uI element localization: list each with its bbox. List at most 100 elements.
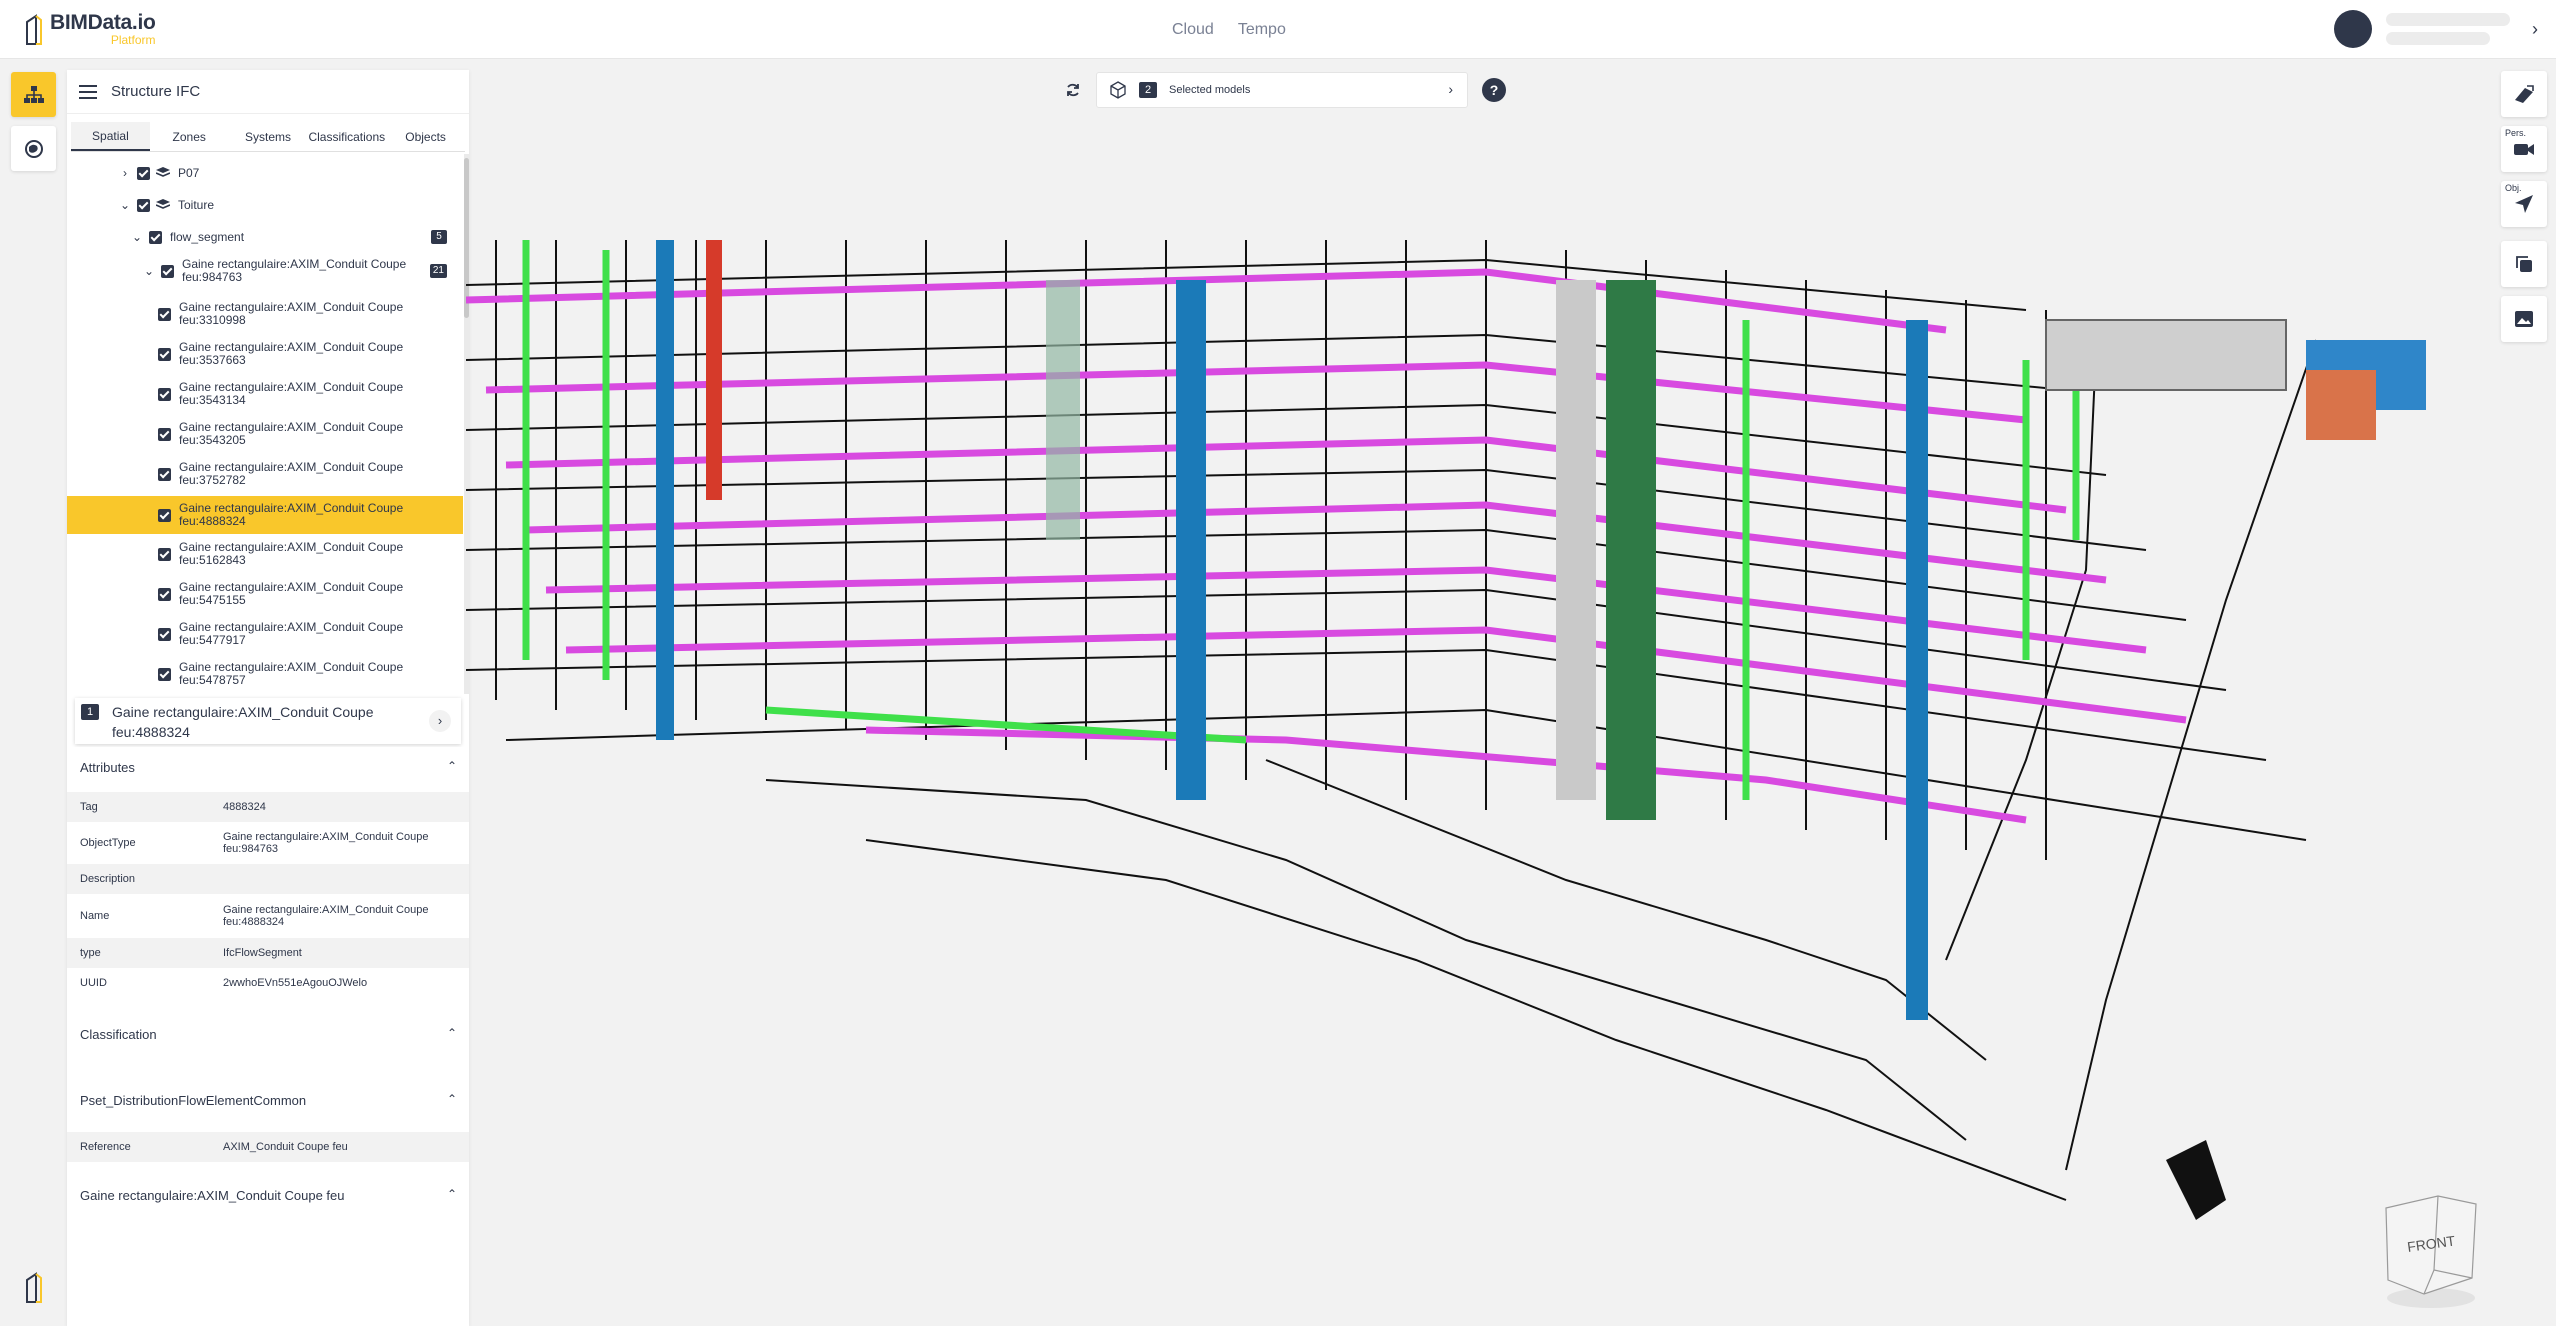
navigation-cube[interactable]: FRONT <box>2376 1190 2486 1310</box>
tab-systems[interactable]: Systems <box>229 122 308 151</box>
navigation-arrow-icon <box>2515 195 2533 213</box>
tree-node-group[interactable]: ⌄ Gaine rectangulaire:AXIM_Conduit Coupe… <box>67 256 463 286</box>
tree-node-flow-segment[interactable]: ⌄ flow_segment 5 <box>67 227 463 247</box>
checkbox[interactable] <box>158 627 171 641</box>
nav-tempo[interactable]: Tempo <box>1226 21 1298 39</box>
tab-classifications[interactable]: Classifications <box>307 122 386 151</box>
checkbox[interactable] <box>158 387 171 401</box>
structure-tree-button[interactable] <box>11 72 56 117</box>
value-line: Gaine rectangulaire:AXIM_Conduit Coupe <box>223 831 429 843</box>
checkbox[interactable] <box>158 587 171 601</box>
tree-item[interactable]: Gaine rectangulaire:AXIM_Conduit Coupe fe… <box>67 416 463 452</box>
chevron-up-icon[interactable]: ⌃ <box>447 1026 457 1040</box>
tree-item[interactable]: Gaine rectangulaire:AXIM_Conduit Coupe fe… <box>67 656 463 692</box>
chevron-down-icon[interactable]: ⌄ <box>131 230 143 244</box>
structure-panel: Structure IFC Spatial Zones Systems Clas… <box>67 70 469 1326</box>
bim-3d-model-viewport[interactable] <box>466 240 2496 1280</box>
tree-item[interactable]: Gaine rectangulaire:AXIM_Conduit Coupe fe… <box>67 576 463 612</box>
layers-icon <box>156 199 170 209</box>
tree-item-label: Gaine rectangulaire:AXIM_Conduit Coupe fe… <box>179 661 403 687</box>
tree-item[interactable]: Gaine rectangulaire:AXIM_Conduit Coupe fe… <box>67 616 463 652</box>
label-line: feu:3752782 <box>179 473 246 487</box>
chevron-right-icon[interactable]: › <box>1448 81 1453 97</box>
tree-item[interactable]: Gaine rectangulaire:AXIM_Conduit Coupe fe… <box>67 376 463 412</box>
label-line: Gaine rectangulaire:AXIM_Conduit Coupe <box>182 257 407 271</box>
pset-section-header[interactable]: Pset_DistributionFlowElementCommon ⌃ <box>67 1080 469 1120</box>
tab-spatial[interactable]: Spatial <box>71 122 150 151</box>
checkbox[interactable] <box>158 508 171 522</box>
object-navigation-button[interactable]: Obj. <box>2501 181 2547 227</box>
chevron-right-icon[interactable]: › <box>2532 19 2538 40</box>
section-plane-icon <box>2515 85 2534 103</box>
checkbox[interactable] <box>158 667 171 681</box>
tab-zones[interactable]: Zones <box>150 122 229 151</box>
chevron-right-icon[interactable]: › <box>429 710 451 732</box>
selected-models-button[interactable]: 2 Selected models › <box>1096 72 1468 108</box>
snapshot-button[interactable] <box>2501 296 2547 342</box>
property-row: type IfcFlowSegment <box>67 938 469 968</box>
classification-section-header[interactable]: Classification ⌃ <box>67 1014 469 1054</box>
tree-item-selected[interactable]: Gaine rectangulaire:AXIM_Conduit Coupe fe… <box>67 496 463 534</box>
label-line: feu:5478757 <box>179 673 246 687</box>
property-row: Description <box>67 864 469 894</box>
tab-objects[interactable]: Objects <box>386 122 465 151</box>
label-line: feu:3537663 <box>179 353 246 367</box>
label-line: feu:4888324 <box>112 724 190 740</box>
checkbox[interactable] <box>158 547 171 561</box>
selected-object-bar[interactable]: 1 Gaine rectangulaire:AXIM_Conduit Coupe… <box>75 698 461 744</box>
property-value: 4888324 <box>223 801 266 813</box>
checkbox[interactable] <box>158 347 171 361</box>
globe-icon <box>24 139 43 158</box>
logo-mark-icon <box>26 14 42 45</box>
tree-item-label: Gaine rectangulaire:AXIM_Conduit Coupe fe… <box>179 581 403 607</box>
label-line: feu:5477917 <box>179 633 246 647</box>
panel-tabs: Spatial Zones Systems Classifications Ob… <box>71 122 465 152</box>
chevron-up-icon[interactable]: ⌃ <box>447 1092 457 1106</box>
checkbox[interactable] <box>161 264 174 278</box>
label-line: Gaine rectangulaire:AXIM_Conduit Coupe <box>179 380 404 394</box>
label-line: feu:4888324 <box>179 514 246 528</box>
tree-item[interactable]: Gaine rectangulaire:AXIM_Conduit Coupe fe… <box>67 536 463 572</box>
hamburger-menu-icon[interactable] <box>79 84 97 99</box>
count-badge: 21 <box>429 264 447 278</box>
user-menu[interactable]: › <box>2334 10 2538 48</box>
checkbox[interactable] <box>137 198 150 212</box>
checkbox[interactable] <box>137 166 150 180</box>
label-line: Gaine rectangulaire:AXIM_Conduit Coupe <box>112 704 374 720</box>
chevron-right-icon[interactable]: › <box>119 166 131 180</box>
attributes-section-header[interactable]: Attributes ⌃ <box>67 747 469 787</box>
tree-item[interactable]: Gaine rectangulaire:AXIM_Conduit Coupe fe… <box>67 336 463 372</box>
property-key: Description <box>80 873 136 885</box>
help-button[interactable]: ? <box>1482 78 1506 102</box>
checkbox[interactable] <box>158 467 171 481</box>
checkbox[interactable] <box>158 307 171 321</box>
perspective-camera-button[interactable]: Pers. <box>2501 126 2547 172</box>
tree-node-p07[interactable]: › P07 <box>67 163 463 183</box>
label-line: feu:5162843 <box>179 553 246 567</box>
chevron-up-icon[interactable]: ⌃ <box>447 759 457 773</box>
tree-item[interactable]: Gaine rectangulaire:AXIM_Conduit Coupe fe… <box>67 296 463 332</box>
tree-item-label: Gaine rectangulaire:AXIM_Conduit Coupe fe… <box>179 421 403 447</box>
checkbox[interactable] <box>158 427 171 441</box>
spatial-tree: › P07 ⌄ Toiture ⌄ flow_segment 5 ⌄ Gaine… <box>67 154 469 694</box>
bimdata-logo[interactable]: BIMData.io Platform <box>24 12 156 46</box>
selection-count-badge: 1 <box>81 704 99 720</box>
tree-item[interactable]: Gaine rectangulaire:AXIM_Conduit Coupe fe… <box>67 456 463 492</box>
chevron-down-icon[interactable]: ⌄ <box>119 198 131 212</box>
chevron-up-icon[interactable]: ⌃ <box>447 1187 457 1201</box>
type-section-header[interactable]: Gaine rectangulaire:AXIM_Conduit Coupe f… <box>67 1175 469 1215</box>
avatar[interactable] <box>2334 10 2372 48</box>
checkbox[interactable] <box>149 230 162 244</box>
tree-node-toiture[interactable]: ⌄ Toiture <box>67 195 463 215</box>
properties-button[interactable] <box>11 126 56 171</box>
property-value: IfcFlowSegment <box>223 947 302 959</box>
section-plane-button[interactable] <box>2501 71 2547 117</box>
copy-viewpoint-button[interactable] <box>2501 241 2547 287</box>
property-row: Tag 4888324 <box>67 792 469 822</box>
camera-mode-label: Pers. <box>2505 128 2527 138</box>
tree-item-label: Gaine rectangulaire:AXIM_Conduit Coupe fe… <box>179 341 403 367</box>
tree-item-label: Gaine rectangulaire:AXIM_Conduit Coupe fe… <box>179 541 403 567</box>
chevron-down-icon[interactable]: ⌄ <box>143 264 155 278</box>
refresh-icon[interactable] <box>1060 77 1086 103</box>
nav-cloud[interactable]: Cloud <box>1160 21 1226 39</box>
